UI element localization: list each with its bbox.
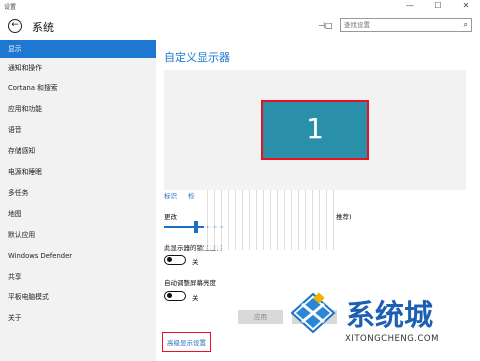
toggle-knob bbox=[167, 293, 172, 298]
sidebar-item-cortana[interactable]: Cortana 和搜索 bbox=[0, 79, 156, 97]
lock-rotation-state: 关 bbox=[192, 258, 199, 266]
auto-brightness-toggle[interactable] bbox=[164, 291, 186, 301]
window-title: 设置 bbox=[4, 4, 17, 11]
sidebar-item-sharing[interactable]: 共享 bbox=[0, 268, 156, 286]
toggle-knob bbox=[167, 257, 172, 262]
display-preview: 1 bbox=[164, 70, 466, 190]
page-title: 系统 bbox=[32, 21, 54, 34]
sidebar-item-multitasking[interactable]: 多任务 bbox=[0, 184, 156, 202]
close-button[interactable]: ✕ bbox=[452, 0, 480, 12]
title-bar: 设置 — ☐ ✕ bbox=[0, 0, 480, 12]
search-input[interactable] bbox=[344, 20, 454, 30]
header: ← 系统 ⊣□ ⌕ bbox=[0, 12, 480, 40]
lock-rotation-toggle[interactable] bbox=[164, 255, 186, 265]
identify-link[interactable]: 标识 bbox=[164, 190, 177, 200]
back-button[interactable]: ← bbox=[8, 19, 22, 33]
auto-brightness-label: 自动调整屏幕亮度 bbox=[164, 279, 216, 287]
watermark-url: XITONGCHENG.COM bbox=[345, 334, 439, 344]
sidebar-item-maps[interactable]: 地图 bbox=[0, 205, 156, 223]
search-box[interactable]: ⌕ bbox=[340, 18, 472, 32]
sidebar-item-default-apps[interactable]: 默认应用 bbox=[0, 226, 156, 244]
sidebar-item-about[interactable]: 关于 bbox=[0, 309, 156, 327]
apply-button[interactable]: 应用 bbox=[238, 310, 283, 324]
windows-logo-icon bbox=[290, 292, 336, 334]
sidebar-item-defender[interactable]: Windows Defender bbox=[0, 247, 156, 265]
sidebar-item-storage[interactable]: 存储感知 bbox=[0, 142, 156, 160]
image-artifact bbox=[204, 190, 334, 250]
sidebar-item-power[interactable]: 电源和睡眠 bbox=[0, 163, 156, 181]
slider-thumb[interactable] bbox=[194, 221, 198, 233]
watermark-brand: 系统城 bbox=[346, 298, 434, 332]
monitor-1-tile[interactable]: 1 bbox=[261, 100, 369, 160]
pin-icon[interactable]: ⊣□ bbox=[318, 21, 333, 30]
advanced-display-settings-link[interactable]: 高级显示设置 bbox=[162, 332, 211, 352]
sidebar-item-apps[interactable]: 应用和功能 bbox=[0, 100, 156, 118]
minimize-button[interactable]: — bbox=[396, 0, 424, 12]
detect-link[interactable]: 检 bbox=[188, 190, 195, 200]
scale-label-start: 更改 bbox=[164, 213, 177, 221]
sidebar-item-display[interactable]: 显示 bbox=[0, 40, 156, 58]
sidebar-item-tablet-mode[interactable]: 平板电脑模式 bbox=[0, 288, 156, 306]
auto-brightness-state: 关 bbox=[192, 294, 199, 302]
sidebar-item-speech[interactable]: 语音 bbox=[0, 121, 156, 139]
sidebar: 显示 通知和操作 Cortana 和搜索 应用和功能 语音 存储感知 电源和睡眠… bbox=[0, 40, 156, 361]
scale-label-end: 推荐) bbox=[336, 213, 352, 221]
search-icon[interactable]: ⌕ bbox=[464, 20, 468, 30]
sidebar-item-notifications[interactable]: 通知和操作 bbox=[0, 59, 156, 77]
section-title: 自定义显示器 bbox=[164, 51, 230, 64]
maximize-button[interactable]: ☐ bbox=[424, 0, 452, 12]
